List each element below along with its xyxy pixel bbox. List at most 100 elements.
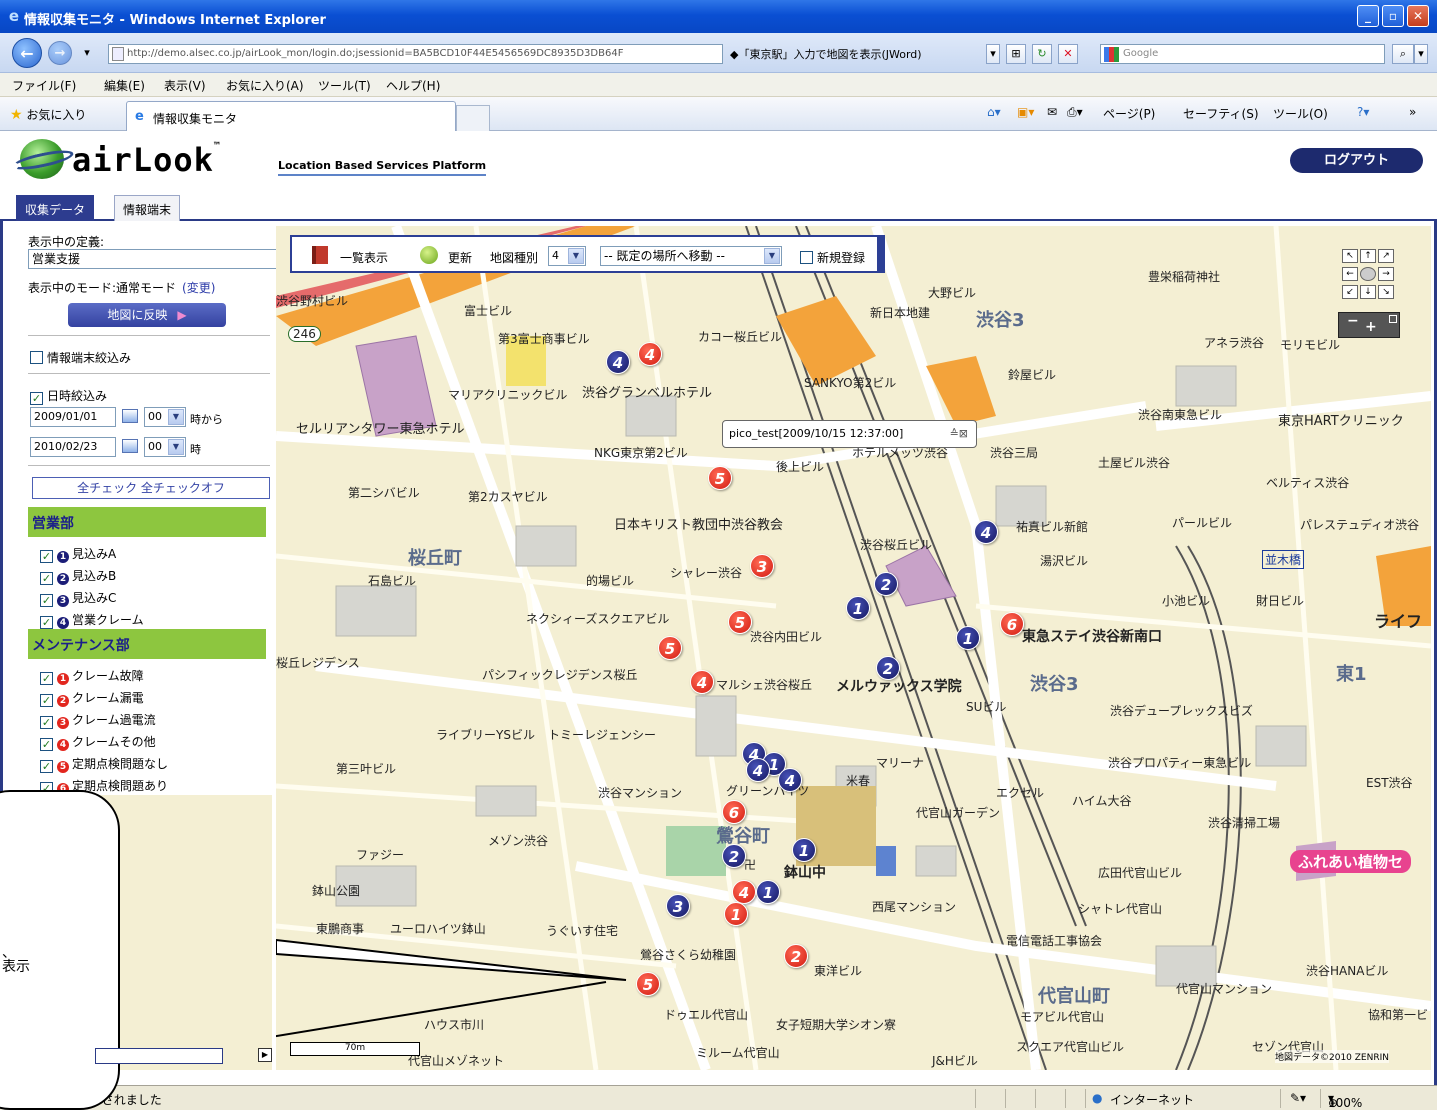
address-input[interactable]: http://demo.alsec.co.jp/airLook_mon/logi…	[108, 44, 723, 64]
print-icon[interactable]: ⎙▾	[1067, 105, 1083, 120]
favorites-button[interactable]: ★ お気に入り	[10, 106, 86, 123]
map-marker[interactable]: 1	[956, 626, 980, 650]
search-input[interactable]: Google	[1100, 44, 1385, 64]
mail-icon[interactable]: ✉	[1047, 105, 1057, 119]
apply-to-map-button[interactable]: 地図に反映 ▶	[68, 303, 226, 327]
menu-edit[interactable]: 編集(E)	[104, 77, 145, 94]
pan-se-icon[interactable]: ↘	[1378, 285, 1394, 299]
pan-w-icon[interactable]: ←	[1342, 267, 1358, 281]
map-marker[interactable]: 5	[728, 610, 752, 634]
list-view-button[interactable]: 一覧表示	[340, 249, 388, 266]
map-view[interactable]: 渋谷野村ビル 富士ビル 第3富士商事ビル カコー桜丘ビル マリアクリニックビル …	[276, 226, 1431, 1070]
zoom-level[interactable]: ⊕ 100% ▾	[1328, 1091, 1362, 1110]
home-icon[interactable]: ⌂▾	[987, 105, 1001, 119]
feed-icon[interactable]: ▣▾	[1017, 105, 1034, 119]
from-date-input[interactable]: 2009/01/01	[30, 407, 116, 427]
help-icon[interactable]: ?▾	[1357, 105, 1369, 119]
play-icon[interactable]: ▶	[258, 1048, 272, 1062]
terminal-filter-checkbox[interactable]: 情報端末絞込み	[30, 349, 131, 366]
address-dropdown-icon[interactable]: ▾	[986, 44, 1000, 64]
sidebar-bottom-input[interactable]	[95, 1048, 223, 1064]
new-register-checkbox[interactable]: 新規登録	[800, 249, 865, 266]
menu-favorites[interactable]: お気に入り(A)	[226, 77, 304, 94]
zoom-in-icon[interactable]: +	[1365, 319, 1377, 335]
definition-field[interactable]: 営業支援	[28, 249, 278, 269]
minimize-button[interactable]: _	[1357, 5, 1379, 27]
map-marker[interactable]: 4	[778, 768, 802, 792]
pan-center-icon[interactable]	[1360, 267, 1376, 281]
check-all-link[interactable]: 全チェック	[77, 481, 137, 495]
map-marker[interactable]: 2	[876, 656, 900, 680]
back-button[interactable]: ←	[12, 38, 42, 68]
map-marker[interactable]: 5	[636, 972, 660, 996]
pan-sw-icon[interactable]: ↙	[1342, 285, 1358, 299]
calendar-icon[interactable]	[122, 409, 138, 423]
search-icon[interactable]: ⌕	[1392, 44, 1414, 64]
mode-change-link[interactable]: (変更)	[182, 281, 215, 295]
zoom-out-icon[interactable]: −	[1347, 313, 1359, 329]
map-marker[interactable]: 6	[722, 800, 746, 824]
legend-item[interactable]: ✓ 4 クレームその他	[40, 733, 156, 751]
map-marker[interactable]: 6	[1000, 612, 1024, 636]
legend-item[interactable]: ✓ 2 クレーム漏電	[40, 689, 144, 707]
map-marker[interactable]: 1	[724, 902, 748, 926]
new-tab-button[interactable]	[456, 105, 490, 131]
from-hour-select[interactable]: 00 ▼	[144, 407, 186, 427]
pan-s-icon[interactable]: ↓	[1360, 285, 1376, 299]
pan-nw-icon[interactable]: ↖	[1342, 249, 1358, 263]
tab-terminals[interactable]: 情報端末	[114, 195, 181, 221]
map-marker[interactable]: 1	[756, 880, 780, 904]
refresh-map-icon[interactable]	[420, 246, 438, 264]
legend-item[interactable]: ✓ 5 定期点検問題なし	[40, 755, 168, 773]
legend-item[interactable]: ✓ 1 見込みA	[40, 545, 116, 563]
legend-item[interactable]: ✓ 3 見込みC	[40, 589, 116, 607]
pan-ne-icon[interactable]: ↗	[1378, 249, 1394, 263]
refresh-icon[interactable]: ↻	[1032, 44, 1052, 64]
legend-item[interactable]: ✓ 1 クレーム故障	[40, 667, 144, 685]
map-marker[interactable]: 3	[666, 894, 690, 918]
map-type-select[interactable]: 4 ▼	[548, 246, 586, 266]
menu-help[interactable]: ヘルプ(H)	[386, 77, 440, 94]
map-marker[interactable]: 1	[846, 596, 870, 620]
maximize-button[interactable]: ▫	[1382, 5, 1404, 27]
map-marker[interactable]: 3	[750, 554, 774, 578]
protected-mode-icon[interactable]: ✎▾	[1290, 1091, 1306, 1105]
menu-view[interactable]: 表示(V)	[164, 77, 206, 94]
uncheck-all-link[interactable]: 全チェックオフ	[141, 481, 225, 495]
pan-e-icon[interactable]: →	[1378, 267, 1394, 281]
chevron-right-icon[interactable]: »	[1409, 105, 1416, 119]
browser-tab[interactable]: e 情報収集モニタ	[126, 101, 456, 131]
popup-close-icon[interactable]: ≙⊠	[950, 421, 968, 447]
date-filter-checkbox[interactable]: ✓ 日時絞込み	[30, 387, 107, 405]
tab-collected-data[interactable]: 収集データ	[16, 195, 95, 221]
forward-button[interactable]: →	[48, 41, 72, 65]
map-marker[interactable]: 5	[708, 466, 732, 490]
menu-tools[interactable]: ツール(T)	[318, 77, 371, 94]
refresh-button[interactable]: 更新	[448, 249, 472, 266]
history-dropdown-icon[interactable]: ▾	[78, 44, 96, 64]
pan-n-icon[interactable]: ↑	[1360, 249, 1376, 263]
command-tools[interactable]: ツール(O)	[1273, 105, 1328, 122]
to-date-input[interactable]: 2010/02/23	[30, 437, 116, 457]
map-marker[interactable]: 4	[746, 758, 770, 782]
zoom-slider-handle[interactable]	[1389, 315, 1397, 323]
move-location-select[interactable]: -- 既定の場所へ移動 -- ▼	[600, 246, 782, 266]
stop-icon[interactable]: ✕	[1058, 44, 1078, 64]
map-marker[interactable]: 4	[974, 520, 998, 544]
map-marker[interactable]: 4	[638, 342, 662, 366]
search-options-icon[interactable]: ▾	[1414, 44, 1428, 64]
legend-item[interactable]: ✓ 4 営業クレーム	[40, 611, 144, 629]
map-marker[interactable]: 2	[722, 844, 746, 868]
close-button[interactable]: ✕	[1407, 5, 1429, 27]
legend-item[interactable]: ✓ 2 見込みB	[40, 567, 116, 585]
to-hour-select[interactable]: 00 ▼	[144, 437, 186, 457]
map-marker[interactable]: 4	[732, 880, 756, 904]
map-marker[interactable]: 4	[606, 350, 630, 374]
map-marker[interactable]: 2	[784, 944, 808, 968]
map-marker[interactable]: 5	[658, 636, 682, 660]
command-page[interactable]: ページ(P)	[1103, 105, 1155, 122]
calendar-icon[interactable]	[122, 439, 138, 453]
legend-item[interactable]: ✓ 3 クレーム過電流	[40, 711, 156, 729]
logout-button[interactable]: ログアウト	[1290, 148, 1423, 173]
list-view-icon[interactable]	[312, 246, 328, 264]
